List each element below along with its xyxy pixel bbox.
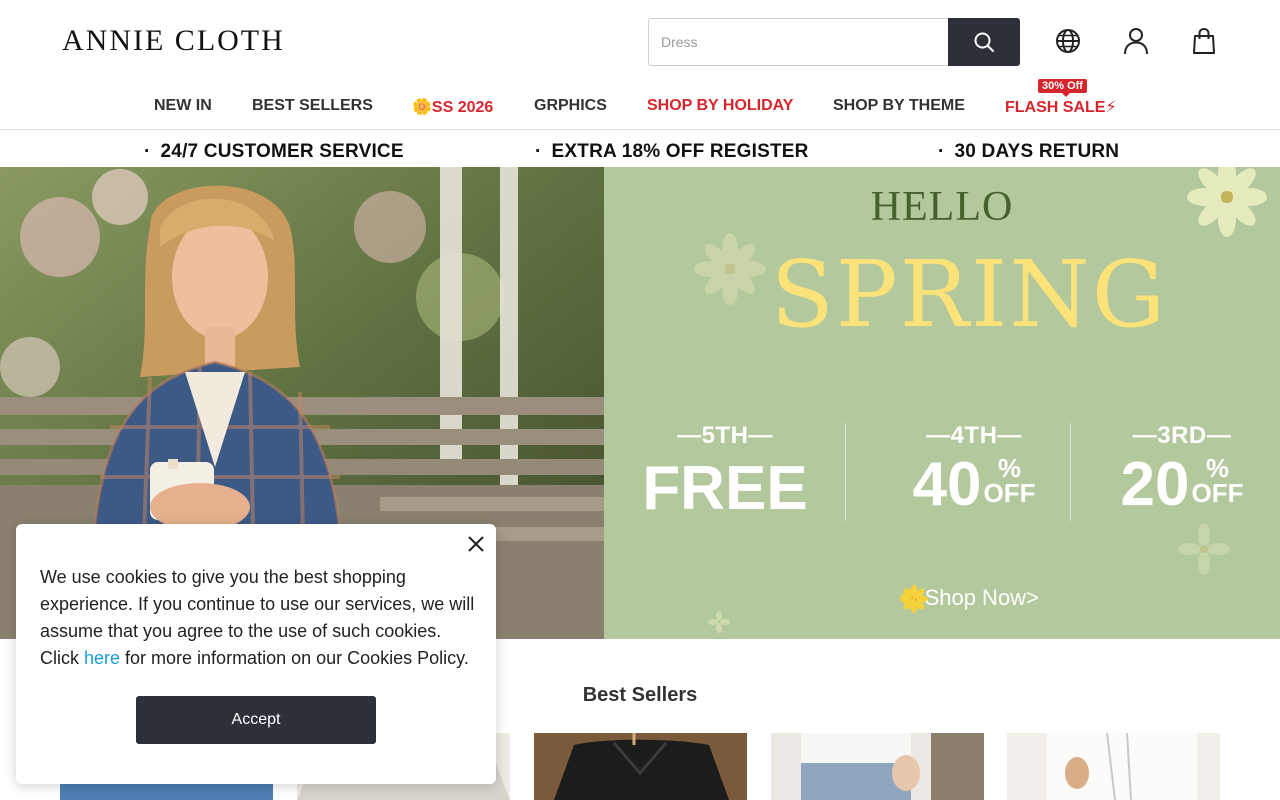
strip-item-label: 30 DAYS RETURN [954,141,1120,162]
hello-heading: HELLO [870,184,1014,230]
strip-item: · 24/7 CUSTOMER SERVICE [144,141,404,162]
search-bar [648,18,1020,66]
tier-divider [845,423,846,521]
nav-best-sellers[interactable]: BEST SELLERS [252,97,373,115]
nav-graphics[interactable]: GRPHICS [534,97,607,115]
user-icon [1124,28,1148,55]
strip-item: · 30 DAYS RETURN [938,141,1120,162]
tier-5th: —5TH— FREE [640,422,810,520]
nav-shop-by-theme[interactable]: SHOP BY THEME [833,97,965,115]
product-card[interactable] [1007,733,1220,800]
search-icon [974,32,994,52]
nav-new-in[interactable]: NEW IN [154,97,212,115]
product-image [534,733,747,800]
strip-item: · EXTRA 18% OFF REGISTER [535,141,809,162]
cookie-policy-link[interactable]: here [84,648,120,668]
spring-promo: HELLO SPRING —5TH— FREE —4TH— 40% OFF —3R… [604,167,1280,639]
search-input[interactable] [648,18,948,66]
strip-item-label: 24/7 CUSTOMER SERVICE [160,141,404,162]
cookie-consent-dialog: We use cookies to give you the best shop… [16,524,496,784]
product-image [1007,733,1220,800]
tier-4th: —4TH— 40% OFF [904,422,1044,516]
tier-divider [1070,423,1071,521]
service-strip: · 24/7 CUSTOMER SERVICE · EXTRA 18% OFF RE… [0,131,1280,167]
flower-icon: ✿ [900,585,919,610]
shopping-bag-icon [1193,27,1215,54]
search-button[interactable] [948,18,1020,66]
strip-item-label: EXTRA 18% OFF REGISTER [551,141,809,162]
tier-off: OFF [983,477,1036,508]
product-image [771,733,984,800]
product-card[interactable] [534,733,747,800]
tier-off: OFF [1191,477,1244,508]
language-button[interactable] [1053,26,1083,56]
cookie-close-button[interactable] [466,534,486,554]
cookie-message: We use cookies to give you the best shop… [40,564,480,672]
globe-icon [1056,29,1080,53]
spring-heading: SPRING [770,241,1168,348]
cookie-text-after: for more information on our Cookies Poli… [120,648,469,668]
tier-value: 20 [1120,450,1190,519]
shop-now-link[interactable]: ✿ Shop Now> [900,585,1039,611]
cart-button[interactable] [1189,26,1219,56]
accept-cookies-button[interactable]: Accept [136,696,376,744]
tier-label: —4TH— [926,422,1022,449]
tier-label: —5TH— [677,422,773,449]
tier-value: FREE [642,454,808,523]
shop-now-label: Shop Now> [924,585,1039,610]
tier-label: —3RD— [1132,422,1232,449]
nav-flash-sale[interactable]: FLASH SALE⚡ [1005,97,1117,117]
close-icon [468,536,484,552]
account-button[interactable] [1121,26,1151,56]
nav-ss-2026[interactable]: 🌼SS 2026 [412,97,493,117]
tier-value: 40 [912,450,982,519]
site-logo[interactable]: ANNIE CLOTH [62,24,285,58]
daisy-decoration [694,167,1267,633]
nav-shop-by-holiday[interactable]: SHOP BY HOLIDAY [647,97,793,115]
flash-sale-badge: 30% Off [1038,79,1087,97]
tier-3rd: —3RD— 20% OFF [1112,422,1252,516]
product-card[interactable] [771,733,984,800]
main-nav: NEW IN BEST SELLERS 🌼SS 2026 GRPHICS SHO… [0,84,1280,130]
site-header: ANNIE CLOTH [0,0,1280,84]
